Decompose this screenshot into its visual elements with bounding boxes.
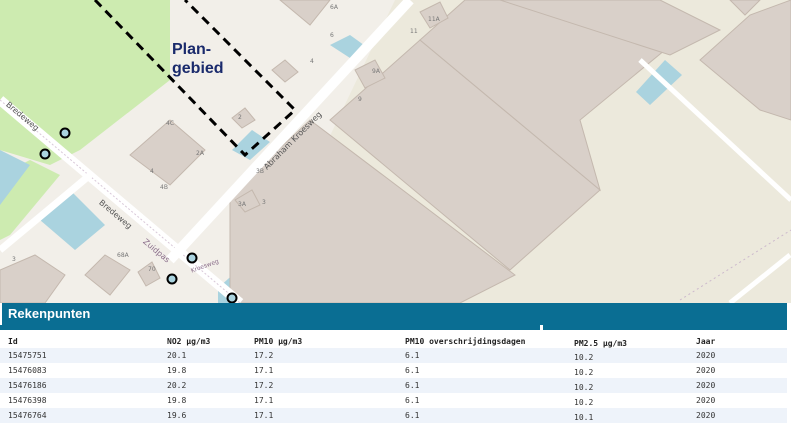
house-number: 3 <box>262 199 266 206</box>
house-number: 2A <box>196 150 204 157</box>
house-number: 2 <box>238 114 242 121</box>
cell-pm10: 17.2 <box>254 381 274 390</box>
plangebied-label: Plan- gebied <box>172 40 224 78</box>
cell-pm10: 17.1 <box>254 396 274 405</box>
house-number: 70 <box>148 266 156 273</box>
cell-pm10: 17.2 <box>254 351 274 360</box>
house-number: 11 <box>410 28 418 35</box>
panel-header <box>2 303 787 325</box>
cell-jaar: 2020 <box>696 366 716 375</box>
house-number: 6A <box>330 4 338 11</box>
column-header-no2[interactable]: NO2 µg/m3 <box>167 337 210 346</box>
table-row[interactable]: 15475751 20.1 17.2 6.1 10.2 2020 <box>0 348 787 363</box>
column-header-id[interactable]: Id <box>8 337 18 346</box>
cell-jaar: 2020 <box>696 396 716 405</box>
cell-pm25: 10.2 <box>574 368 594 377</box>
cell-id: 15476398 <box>8 396 47 405</box>
cell-jaar: 2020 <box>696 411 716 420</box>
cell-pm10-days: 6.1 <box>405 381 420 390</box>
cell-pm10-days: 6.1 <box>405 351 420 360</box>
cell-pm25: 10.2 <box>574 398 594 407</box>
column-header-jaar[interactable]: Jaar <box>696 337 715 346</box>
column-header-band-2 <box>543 325 787 330</box>
cell-id: 15476764 <box>8 411 47 420</box>
cell-no2: 20.1 <box>167 351 187 360</box>
cell-no2: 19.8 <box>167 396 187 405</box>
building-s2 <box>231 107 256 129</box>
cell-jaar: 2020 <box>696 381 716 390</box>
rekenpunt-marker[interactable] <box>186 252 198 264</box>
table-row[interactable]: 15476186 20.2 17.2 6.1 10.2 2020 <box>0 378 787 393</box>
cell-pm10: 17.1 <box>254 366 274 375</box>
house-number: 3 <box>12 256 16 263</box>
cell-pm10-days: 6.1 <box>405 411 420 420</box>
building-6a <box>279 0 331 26</box>
cell-pm25: 10.2 <box>574 383 594 392</box>
table-row[interactable]: 15476398 19.8 17.1 6.1 10.2 2020 <box>0 393 787 408</box>
house-number: 4 <box>310 58 314 65</box>
house-number: 6 <box>330 32 334 39</box>
rekenpunt-marker[interactable] <box>59 127 71 139</box>
building-3 <box>0 254 66 303</box>
rekenpunt-marker[interactable] <box>166 273 178 285</box>
column-header-pm25[interactable]: PM2.5 µg/m3 <box>574 339 627 348</box>
house-number: 68A <box>117 252 129 259</box>
rekenpunt-marker[interactable] <box>39 148 51 160</box>
plangebied-label-line2: gebied <box>172 60 224 77</box>
table-row[interactable]: 15476083 19.8 17.1 6.1 10.2 2020 <box>0 363 787 378</box>
cell-pm10-days: 6.1 <box>405 366 420 375</box>
cell-id: 15476186 <box>8 381 47 390</box>
house-number: 9 <box>358 96 362 103</box>
building-s1 <box>271 59 299 83</box>
cell-no2: 19.6 <box>167 411 187 420</box>
cell-pm25: 10.2 <box>574 353 594 362</box>
cell-no2: 19.8 <box>167 366 187 375</box>
cell-jaar: 2020 <box>696 351 716 360</box>
cell-pm10-days: 6.1 <box>405 396 420 405</box>
column-header-pm10[interactable]: PM10 µg/m3 <box>254 337 302 346</box>
building-68a <box>84 254 131 296</box>
house-number: 4C <box>166 120 175 127</box>
cell-pm10: 17.1 <box>254 411 274 420</box>
map-view[interactable]: Plan- gebied Bredeweg Bredeweg Abraham K… <box>0 0 791 303</box>
house-number: 4B <box>160 184 168 191</box>
rekenpunt-marker[interactable] <box>226 292 238 303</box>
house-number: 3A <box>238 201 246 208</box>
cell-no2: 20.2 <box>167 381 187 390</box>
panel-title: Rekenpunten <box>8 306 91 321</box>
house-number: 11A <box>428 16 440 23</box>
house-number: 9A <box>372 68 380 75</box>
grass-area <box>0 0 170 165</box>
cell-pm25: 10.1 <box>574 413 594 422</box>
building-4c <box>129 119 206 186</box>
column-header-band <box>0 325 540 330</box>
table-row[interactable]: 15476764 19.6 17.1 6.1 10.1 2020 <box>0 408 787 423</box>
cell-id: 15476083 <box>8 366 47 375</box>
cell-id: 15475751 <box>8 351 47 360</box>
column-header-pm10-days[interactable]: PM10 overschrijdingsdagen <box>405 337 525 346</box>
water-2 <box>40 190 105 250</box>
house-number: 3B <box>256 168 264 175</box>
plangebied-label-line1: Plan- <box>172 41 212 58</box>
house-number: 4 <box>150 168 154 175</box>
